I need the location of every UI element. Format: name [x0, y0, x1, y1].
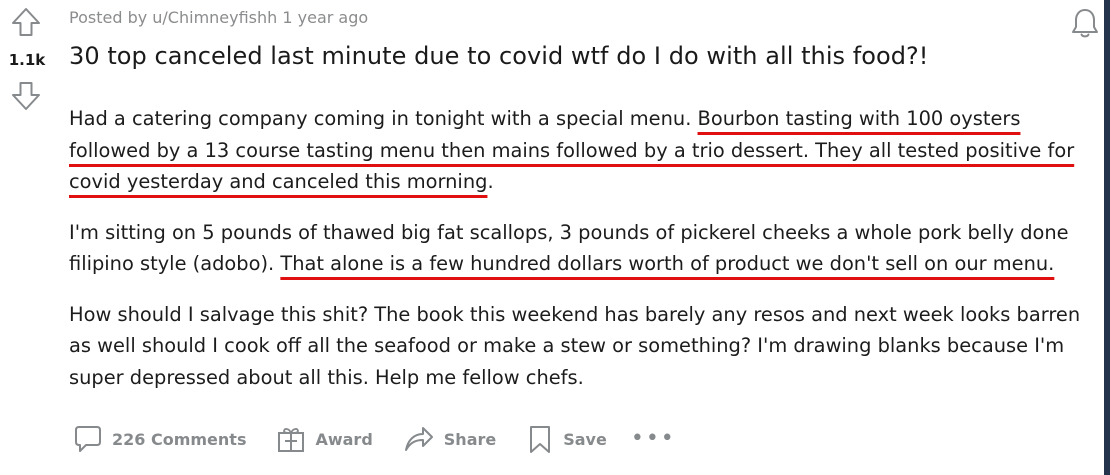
- more-options-button[interactable]: •••: [631, 428, 676, 450]
- post-meta: Posted by u/Chimneyfishh 1 year ago: [69, 8, 369, 27]
- underlined-text: That alone is a few hundred dollars wort…: [280, 252, 1055, 275]
- post-title[interactable]: 30 top canceled last minute due to covid…: [69, 42, 928, 70]
- share-button[interactable]: Share: [403, 420, 496, 458]
- comments-button[interactable]: 226 Comments: [73, 420, 246, 458]
- share-label: Share: [443, 429, 497, 449]
- save-label: Save: [563, 429, 607, 449]
- notification-bell-icon[interactable]: [1069, 6, 1101, 40]
- body-text-end: .: [487, 170, 494, 193]
- bookmark-icon: [530, 426, 551, 453]
- award-label: Award: [315, 429, 373, 449]
- comments-count-label: 226 Comments: [112, 429, 247, 449]
- window-right-edge: [1104, 0, 1110, 475]
- comment-bubble-icon: [75, 426, 101, 452]
- downvote-arrow-icon[interactable]: [10, 80, 42, 112]
- post-body: Had a catering company coming in tonight…: [69, 103, 1104, 412]
- award-button[interactable]: Award: [276, 420, 373, 458]
- body-paragraph-3: How should I salvage this shit? The book…: [69, 302, 1081, 389]
- gift-icon: [278, 428, 305, 452]
- share-arrow-icon: [404, 427, 433, 451]
- body-paragraph-1: Had a catering company coming in tonight…: [69, 103, 1104, 198]
- post-action-bar: 226 Comments Award Share Save •••: [73, 420, 676, 458]
- upvote-arrow-icon[interactable]: [10, 6, 42, 38]
- body-text: Had a catering company coming in tonight…: [69, 107, 698, 130]
- save-button[interactable]: Save: [526, 420, 607, 458]
- body-paragraph-2: I'm sitting on 5 pounds of thawed big fa…: [69, 217, 1104, 280]
- vote-score: 1.1k: [8, 51, 46, 69]
